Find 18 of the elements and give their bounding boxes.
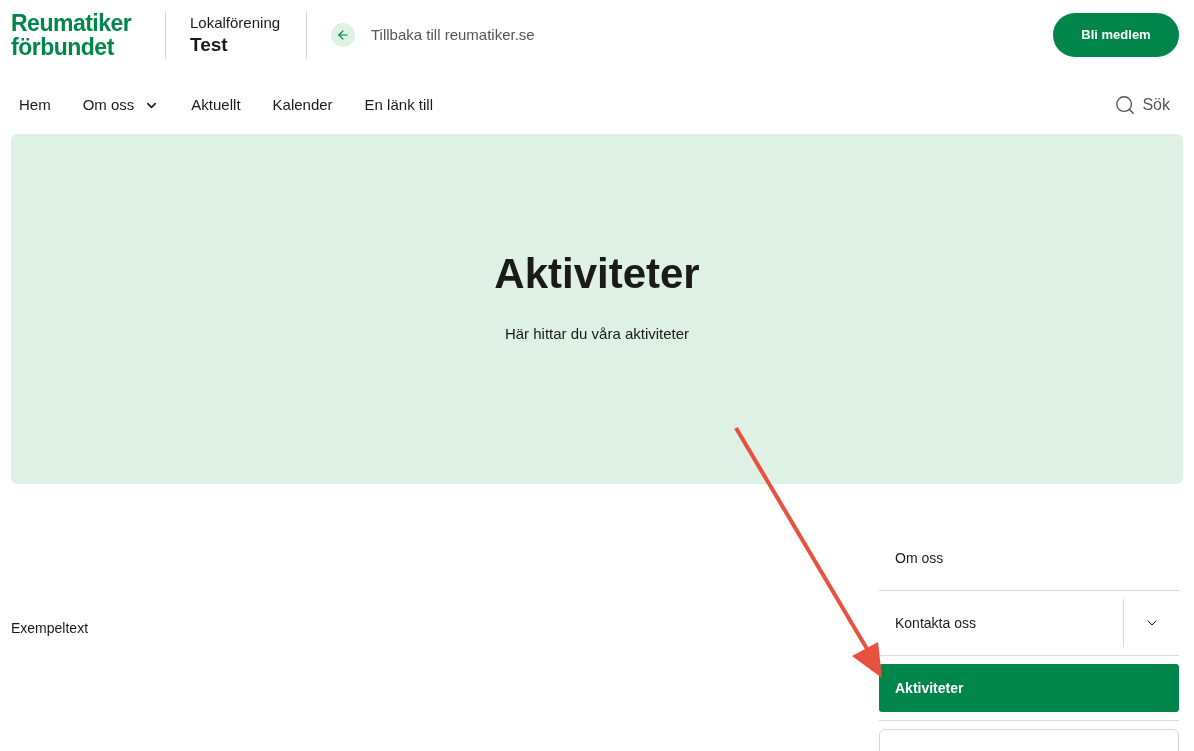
search-button[interactable]: Sök bbox=[1114, 93, 1170, 117]
join-button[interactable]: Bli medlem bbox=[1053, 13, 1179, 57]
sidebar-link[interactable]: Kontakta oss bbox=[879, 599, 1123, 647]
nav-link[interactable]: En länk till bbox=[364, 93, 433, 117]
nav-link[interactable]: Hem bbox=[19, 93, 51, 117]
search-icon bbox=[1114, 94, 1137, 116]
body-text: Exempeltext bbox=[11, 619, 90, 638]
logo[interactable]: Reumatiker förbundet bbox=[11, 11, 151, 59]
hero-title: Aktiviteter bbox=[494, 248, 700, 299]
nav-link[interactable]: Om oss bbox=[82, 93, 160, 117]
nav-link[interactable]: Aktuellt bbox=[191, 93, 241, 117]
back-link[interactable]: Tillbaka till reumatiker.se bbox=[371, 23, 535, 47]
sidebar-link[interactable]: Om oss bbox=[879, 534, 1179, 582]
org-name: Test bbox=[190, 33, 229, 57]
nav-link[interactable]: Kalender bbox=[272, 93, 333, 117]
sidebar-link[interactable]: Aktiviteter bbox=[879, 664, 1179, 712]
org-label: Lokalförening bbox=[190, 13, 282, 33]
hero-subtitle: Här hittar du våra aktiviteter bbox=[504, 323, 690, 344]
